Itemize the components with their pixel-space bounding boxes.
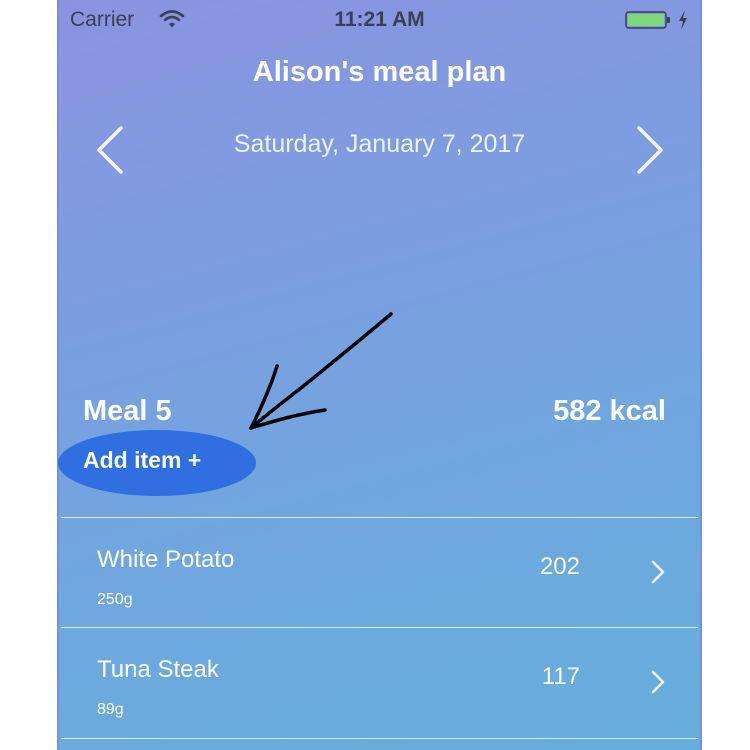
list-item[interactable]: Tuna Steak 89g 117 [61, 628, 698, 738]
item-kcal: 202 [539, 553, 580, 580]
date-label: Saturday, January 7, 2017 [233, 130, 526, 158]
status-bar: Carrier 11:21 AM [57, 0, 702, 40]
battery-icon [625, 11, 670, 29]
add-item-label: Add item + [83, 447, 202, 473]
page-title: Alison's meal plan [252, 56, 507, 88]
add-item-button[interactable]: Add item + [58, 430, 256, 496]
meal-title: Meal 5 [83, 395, 172, 427]
item-name: Tuna Steak [97, 656, 219, 683]
chevron-right-icon [651, 670, 665, 694]
screen-edge-right [700, 0, 702, 750]
status-time: 11:21 AM [334, 8, 425, 31]
item-weight: 89g [97, 701, 124, 718]
meal-plan-screen: Carrier 11:21 AM Alison's meal plan Satu… [57, 0, 702, 750]
chevron-right-icon [651, 560, 665, 584]
item-name: White Potato [97, 546, 235, 573]
chevron-left-icon[interactable] [91, 122, 127, 178]
list-item[interactable]: White Potato 250g 202 [61, 518, 698, 628]
hand-drawn-arrow-icon [249, 312, 393, 430]
chevron-right-icon[interactable] [633, 122, 669, 178]
meal-total-kcal: 582 kcal [553, 395, 666, 427]
charging-bolt-icon [679, 10, 687, 30]
list-divider [61, 738, 698, 739]
item-weight: 250g [97, 591, 133, 608]
item-kcal: 117 [541, 663, 580, 690]
screen-edge-left [57, 0, 59, 750]
